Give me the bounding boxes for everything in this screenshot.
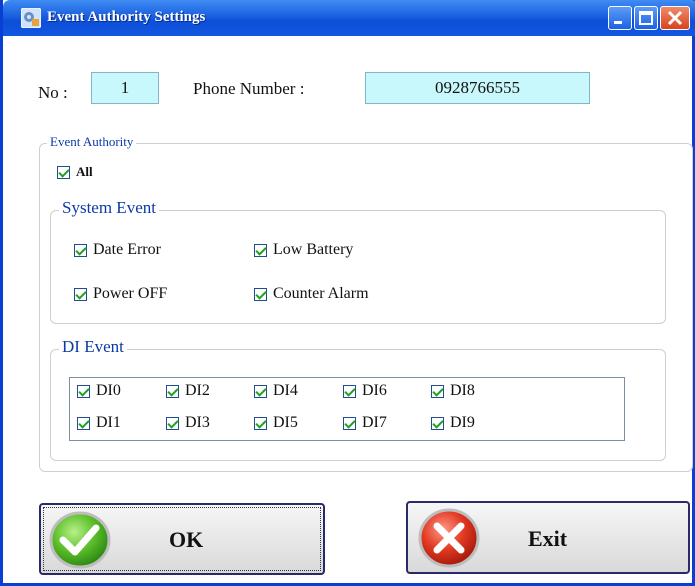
system-event-group	[50, 210, 666, 324]
di1-checkbox[interactable]: DI1	[77, 414, 121, 432]
di8-checkbox[interactable]: DI8	[431, 382, 475, 400]
checkbox-check-icon	[74, 243, 87, 257]
di1-label: DI1	[96, 414, 121, 431]
checkbox-check-icon	[343, 416, 356, 430]
system-event-legend: System Event	[59, 198, 159, 218]
checkbox-check-icon	[254, 384, 267, 398]
di2-label: DI2	[185, 382, 210, 399]
di3-label: DI3	[185, 414, 210, 431]
ok-button-label: OK	[169, 527, 204, 552]
all-checkbox-label: All	[76, 164, 93, 179]
di7-label: DI7	[362, 414, 387, 431]
checkbox-check-icon	[74, 287, 87, 301]
checkbox-check-icon	[254, 243, 267, 257]
green-check-icon	[49, 511, 111, 569]
no-field[interactable]: 1	[91, 72, 159, 104]
di6-label: DI6	[362, 382, 387, 399]
checkbox-check-icon	[166, 384, 179, 398]
di5-label: DI5	[273, 414, 298, 431]
di8-label: DI8	[450, 382, 475, 399]
exit-button-label: Exit	[528, 526, 568, 551]
no-label: No :	[38, 83, 68, 102]
settings-app-icon	[21, 8, 41, 28]
checkbox-check-icon	[77, 416, 90, 430]
exit-button[interactable]: Exit	[406, 501, 690, 574]
minimize-icon	[614, 21, 622, 24]
di9-label: DI9	[450, 414, 475, 431]
checkbox-check-icon	[166, 416, 179, 430]
di9-checkbox[interactable]: DI9	[431, 414, 475, 432]
minimize-button[interactable]	[608, 6, 632, 30]
di7-checkbox[interactable]: DI7	[343, 414, 387, 432]
date-error-checkbox[interactable]: Date Error	[74, 241, 161, 259]
low-battery-label: Low Battery	[273, 241, 354, 258]
checkbox-check-icon	[254, 287, 267, 301]
power-off-checkbox[interactable]: Power OFF	[74, 285, 167, 303]
event-authority-window: Event Authority Settings No : 1 Phone Nu…	[0, 0, 695, 586]
window-title: Event Authority Settings	[47, 9, 206, 25]
counter-alarm-checkbox[interactable]: Counter Alarm	[254, 285, 369, 303]
event-authority-legend: Event Authority	[47, 134, 137, 150]
checkbox-check-icon	[431, 384, 444, 398]
close-icon	[667, 10, 683, 26]
checkbox-check-icon	[57, 165, 70, 179]
maximize-icon	[639, 11, 653, 25]
checkbox-check-icon	[431, 416, 444, 430]
counter-alarm-label: Counter Alarm	[273, 285, 369, 302]
phone-number-field[interactable]: 0928766555	[365, 72, 590, 104]
di0-checkbox[interactable]: DI0	[77, 382, 121, 400]
di3-checkbox[interactable]: DI3	[166, 414, 210, 432]
red-x-icon	[418, 508, 480, 568]
di6-checkbox[interactable]: DI6	[343, 382, 387, 400]
low-battery-checkbox[interactable]: Low Battery	[254, 241, 353, 259]
phone-number-label: Phone Number :	[193, 79, 305, 98]
checkbox-check-icon	[77, 384, 90, 398]
di0-label: DI0	[96, 382, 121, 399]
di5-checkbox[interactable]: DI5	[254, 414, 298, 432]
checkbox-check-icon	[343, 384, 356, 398]
di-event-legend: DI Event	[59, 337, 127, 357]
di4-label: DI4	[273, 382, 298, 399]
di4-checkbox[interactable]: DI4	[254, 382, 298, 400]
power-off-label: Power OFF	[93, 285, 168, 302]
all-checkbox[interactable]: All	[57, 164, 93, 180]
close-button[interactable]	[660, 6, 690, 30]
date-error-label: Date Error	[93, 241, 161, 258]
title-bar[interactable]: Event Authority Settings	[3, 0, 695, 36]
maximize-button[interactable]	[634, 6, 658, 30]
checkbox-check-icon	[254, 416, 267, 430]
di2-checkbox[interactable]: DI2	[166, 382, 210, 400]
ok-button[interactable]: OK	[39, 503, 325, 575]
